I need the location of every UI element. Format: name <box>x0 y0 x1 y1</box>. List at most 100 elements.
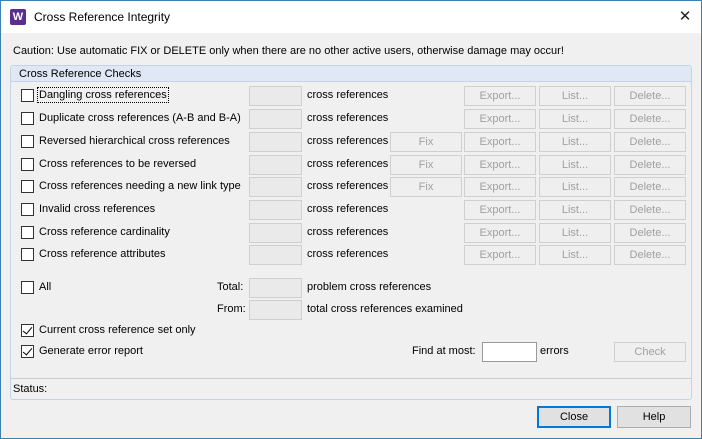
check-checkbox[interactable] <box>21 112 34 125</box>
title-bar: W Cross Reference Integrity ✕ <box>1 1 701 33</box>
fix-button[interactable]: Fix <box>390 132 462 152</box>
delete-button[interactable]: Delete... <box>614 109 686 129</box>
list-button[interactable]: List... <box>539 245 611 265</box>
all-label: All <box>39 281 52 293</box>
list-button[interactable]: List... <box>539 155 611 175</box>
check-row: Cross reference cardinality cross referen… <box>11 223 691 243</box>
check-count-box <box>249 155 302 175</box>
delete-button[interactable]: Delete... <box>614 132 686 152</box>
all-row: All Total: problem cross references <box>11 278 691 298</box>
check-checkbox[interactable] <box>21 180 34 193</box>
total-suffix: problem cross references <box>307 281 432 293</box>
export-button[interactable]: Export... <box>464 109 536 129</box>
check-checkbox[interactable] <box>21 226 34 239</box>
check-count-box <box>249 86 302 106</box>
check-label: Cross references needing a new link type <box>39 180 241 192</box>
delete-button[interactable]: Delete... <box>614 245 686 265</box>
group-header: Cross Reference Checks <box>11 66 691 82</box>
check-suffix: cross references <box>307 203 389 215</box>
current-set-checkbox[interactable] <box>21 324 34 337</box>
status-label: Status: <box>13 383 48 395</box>
check-suffix: cross references <box>307 226 389 238</box>
check-label: Cross reference attributes <box>39 248 166 260</box>
window-title: Cross Reference Integrity <box>34 10 171 24</box>
dialog-body: Caution: Use automatic FIX or DELETE onl… <box>1 33 701 438</box>
check-row: Cross references to be reversed cross ref… <box>11 155 691 175</box>
from-row: From: total cross references examined <box>11 300 691 320</box>
export-button[interactable]: Export... <box>464 155 536 175</box>
check-row: Cross reference attributes cross referenc… <box>11 245 691 265</box>
help-button[interactable]: Help <box>617 406 691 428</box>
from-suffix: total cross references examined <box>307 303 463 315</box>
group-title: Cross Reference Checks <box>19 68 142 80</box>
fix-button[interactable]: Fix <box>390 155 462 175</box>
check-row: Cross references needing a new link type… <box>11 177 691 197</box>
error-report-row: Generate error report Find at most: erro… <box>11 342 691 362</box>
check-row: Reversed hierarchical cross references cr… <box>11 132 691 152</box>
check-suffix: cross references <box>307 89 389 101</box>
delete-button[interactable]: Delete... <box>614 223 686 243</box>
delete-button[interactable]: Delete... <box>614 177 686 197</box>
check-row: Duplicate cross references (A-B and B-A)… <box>11 109 691 129</box>
check-count-box <box>249 177 302 197</box>
check-checkbox[interactable] <box>21 135 34 148</box>
from-count-box <box>249 300 302 320</box>
list-button[interactable]: List... <box>539 132 611 152</box>
delete-button[interactable]: Delete... <box>614 86 686 106</box>
app-icon: W <box>10 9 26 25</box>
check-label: Invalid cross references <box>39 203 156 215</box>
check-suffix: cross references <box>307 158 389 170</box>
check-label: Reversed hierarchical cross references <box>39 135 230 147</box>
dialog-window: W Cross Reference Integrity ✕ Caution: U… <box>0 0 702 439</box>
check-label: Duplicate cross references (A-B and B-A) <box>39 112 241 124</box>
check-row: Dangling cross references cross reference… <box>11 86 691 106</box>
export-button[interactable]: Export... <box>464 132 536 152</box>
close-button[interactable]: Close <box>537 406 611 428</box>
export-button[interactable]: Export... <box>464 245 536 265</box>
error-report-checkbox[interactable] <box>21 345 34 358</box>
check-suffix: cross references <box>307 180 389 192</box>
check-row: Invalid cross references cross references… <box>11 200 691 220</box>
list-button[interactable]: List... <box>539 200 611 220</box>
check-count-box <box>249 200 302 220</box>
from-label: From: <box>217 303 246 315</box>
check-suffix: cross references <box>307 248 389 260</box>
export-button[interactable]: Export... <box>464 177 536 197</box>
export-button[interactable]: Export... <box>464 223 536 243</box>
check-count-box <box>249 223 302 243</box>
check-suffix: cross references <box>307 135 389 147</box>
find-at-most-input[interactable] <box>482 342 537 362</box>
caution-text: Caution: Use automatic FIX or DELETE onl… <box>13 45 564 57</box>
list-button[interactable]: List... <box>539 223 611 243</box>
separator <box>10 378 692 379</box>
cross-reference-checks-group: Cross Reference Checks Dangling cross re… <box>10 65 692 400</box>
check-button[interactable]: Check <box>614 342 686 362</box>
check-label: Dangling cross references <box>37 87 169 103</box>
delete-button[interactable]: Delete... <box>614 155 686 175</box>
close-icon[interactable]: ✕ <box>669 1 701 33</box>
check-suffix: cross references <box>307 112 389 124</box>
check-count-box <box>249 245 302 265</box>
list-button[interactable]: List... <box>539 177 611 197</box>
fix-button[interactable]: Fix <box>390 177 462 197</box>
check-count-box <box>249 132 302 152</box>
export-button[interactable]: Export... <box>464 86 536 106</box>
error-report-label: Generate error report <box>39 345 143 357</box>
delete-button[interactable]: Delete... <box>614 200 686 220</box>
total-label: Total: <box>217 281 244 293</box>
check-label: Cross reference cardinality <box>39 226 170 238</box>
errors-suffix: errors <box>540 345 569 357</box>
export-button[interactable]: Export... <box>464 200 536 220</box>
list-button[interactable]: List... <box>539 109 611 129</box>
check-label: Cross references to be reversed <box>39 158 197 170</box>
check-checkbox[interactable] <box>21 203 34 216</box>
check-checkbox[interactable] <box>21 248 34 261</box>
check-count-box <box>249 109 302 129</box>
check-checkbox[interactable] <box>21 89 34 102</box>
find-at-most-label: Find at most: <box>412 345 476 357</box>
current-set-row: Current cross reference set only <box>11 321 691 341</box>
list-button[interactable]: List... <box>539 86 611 106</box>
all-checkbox[interactable] <box>21 281 34 294</box>
check-checkbox[interactable] <box>21 158 34 171</box>
current-set-label: Current cross reference set only <box>39 324 196 336</box>
